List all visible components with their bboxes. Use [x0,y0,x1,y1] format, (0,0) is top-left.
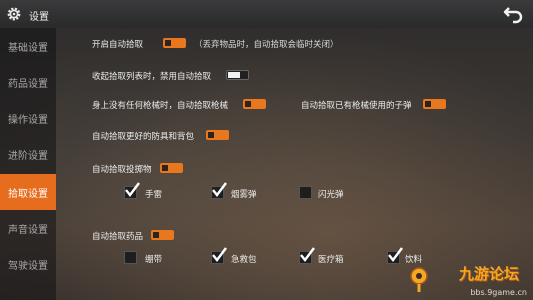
drink-checkbox[interactable] [387,247,403,264]
auto-pickup-label: 开启自动拾取 [92,40,144,50]
watermark-logo-icon [410,267,428,292]
settings-sidebar: 基础设置 药品设置 操作设置 进阶设置 拾取设置 声音设置 驾驶设置 [0,28,56,300]
sidebar-item-medicine[interactable]: 药品设置 [0,64,56,100]
collapse-list-toggle[interactable] [226,70,249,80]
no-gun-label: 身上没有任何枪械时，自动拾取枪械 [92,101,229,111]
check-icon [388,247,403,262]
sidebar-item-label: 药品设置 [8,78,48,90]
flashbang-label: 闪光弹 [318,190,344,200]
check-icon [212,182,227,197]
sidebar-item-label: 拾取设置 [8,188,48,200]
flashbang-checkbox[interactable] [299,186,312,199]
first-aid-label: 急救包 [231,255,257,265]
better-armor-toggle[interactable] [206,130,229,140]
smoke-checkbox[interactable] [211,182,227,199]
sidebar-item-label: 声音设置 [8,224,48,236]
check-icon [212,247,227,262]
gun-ammo-label: 自动拾取已有枪械使用的子弹 [301,101,412,111]
sidebar-item-basic[interactable]: 基础设置 [0,28,56,64]
medicine-toggle[interactable] [151,230,174,240]
throwables-label: 自动拾取投掷物 [92,165,152,175]
collapse-list-label: 收起拾取列表时，禁用自动拾取 [92,72,212,82]
bandage-checkbox[interactable] [124,251,137,264]
gear-icon [7,7,21,21]
check-icon [300,247,315,262]
better-armor-label: 自动拾取更好的防具和背包 [92,132,195,142]
sidebar-item-label: 基础设置 [8,42,48,54]
med-kit-label: 医疗箱 [318,255,344,265]
medicine-label: 自动拾取药品 [92,232,144,242]
sidebar-item-controls[interactable]: 操作设置 [0,100,56,136]
back-arrow-icon[interactable] [502,4,524,24]
first-aid-checkbox[interactable] [211,247,227,264]
page-title: 设置 [29,12,49,23]
sidebar-item-advanced[interactable]: 进阶设置 [0,136,56,172]
top-bar: 设置 [0,0,533,28]
sidebar-item-sound[interactable]: 声音设置 [0,210,56,246]
throwables-toggle[interactable] [160,163,183,173]
no-gun-toggle[interactable] [243,99,266,109]
bandage-label: 绷带 [145,255,163,265]
grenade-label: 手雷 [145,190,163,200]
drink-label: 饮料 [405,255,423,265]
auto-pickup-note: （丢弃物品时，自动拾取会临时关闭） [194,40,339,50]
watermark-site: bbs.9game.cn [470,288,527,297]
watermark-brand: 九游论坛 [458,265,519,283]
grenade-checkbox[interactable] [124,182,140,199]
sidebar-item-pickup[interactable]: 拾取设置 [0,174,56,210]
sidebar-item-label: 驾驶设置 [8,260,48,272]
smoke-label: 烟雾弹 [231,190,257,200]
check-icon [125,182,140,197]
med-kit-checkbox[interactable] [299,247,315,264]
auto-pickup-toggle[interactable] [163,38,186,48]
sidebar-item-driving[interactable]: 驾驶设置 [0,246,56,282]
gun-ammo-toggle[interactable] [423,99,446,109]
sidebar-item-label: 操作设置 [8,114,48,126]
sidebar-item-label: 进阶设置 [8,150,48,162]
